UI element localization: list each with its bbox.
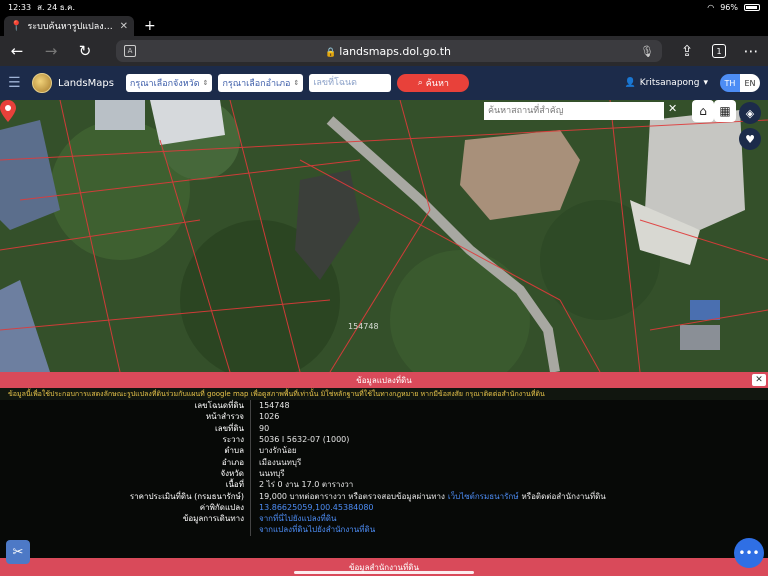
status-bar: 12:33 ส. 24 ธ.ค. ◠ 96%	[0, 0, 768, 14]
hamburger-icon[interactable]: ☰	[8, 75, 26, 91]
translate-icon[interactable]: A	[124, 45, 136, 57]
location-pin-icon: 📍	[10, 20, 23, 32]
grid-icon[interactable]: ▦	[714, 100, 736, 122]
share-icon[interactable]: ⇪	[678, 42, 696, 60]
url-text: 🔒 landsmaps.dol.go.th	[325, 44, 451, 58]
screen: 12:33 ส. 24 ธ.ค. ◠ 96% 📍 ระบบค้นหารูปแปล…	[0, 0, 768, 576]
parcel-info-header: ข้อมูลแปลงที่ดิน ✕	[0, 372, 768, 388]
clear-search-icon[interactable]: ✕	[668, 102, 677, 115]
forward-icon[interactable]: →	[42, 42, 60, 60]
browser-toolbar: ← → ↻ A 🔒 landsmaps.dol.go.th 🎙 ⇪ 1 ⋯	[0, 36, 768, 66]
language-toggle[interactable]: TH EN	[720, 74, 760, 92]
status-date: ส. 24 ธ.ค.	[37, 2, 76, 12]
province-select[interactable]: กรุณาเลือกจังหวัด ⇕	[125, 74, 213, 92]
app-brand: LandsMaps	[58, 77, 114, 89]
location-marker-icon[interactable]	[0, 100, 16, 122]
wifi-icon: ◠	[707, 2, 715, 12]
user-menu[interactable]: 👤 Kritsanapong ▾	[625, 78, 708, 88]
browser-tab-bar: 📍 ระบบค้นหารูปแปลงที่ดิน (L... ✕ +	[0, 14, 768, 36]
price-contact-text: หรือติดต่อสำนักงานที่ดิน	[521, 491, 606, 501]
home-icon[interactable]: ⌂	[692, 100, 714, 122]
treasury-website-link[interactable]: เว็บไซต์กรมธนารักษ์	[448, 490, 519, 503]
close-panel-button[interactable]: ✕	[752, 374, 766, 386]
mic-icon[interactable]: 🎙	[640, 45, 654, 58]
status-time: 12:33	[8, 2, 32, 12]
parcel-info-table: เลขโฉนดที่ดิน 154748 หน้าสำรวจ 1026 เลขท…	[0, 400, 768, 558]
route-row: ข้อมูลการเดินทาง จากที่นี่ไปยังแปลงที่ดิ…	[0, 512, 768, 525]
chevron-down-icon: ⇕	[202, 79, 209, 87]
battery-level: 96%	[720, 2, 738, 12]
home-indicator	[294, 571, 474, 574]
marker-label: 154748	[348, 322, 379, 331]
route-to-office-link[interactable]: จากแปลงที่ดินไปยังสำนักงานที่ดิน	[250, 524, 768, 536]
user-icon: 👤	[624, 78, 636, 88]
search-icon: ⌕	[417, 78, 423, 88]
map-imagery	[0, 100, 768, 372]
district-select[interactable]: กรุณาเลือกอำเภอ ⇕	[218, 74, 304, 92]
deed-number-input[interactable]	[309, 74, 392, 92]
lang-th-button[interactable]: TH	[720, 74, 740, 92]
address-bar[interactable]: A 🔒 landsmaps.dol.go.th 🎙	[116, 40, 662, 62]
back-icon[interactable]: ←	[8, 42, 26, 60]
place-search-input[interactable]	[484, 102, 664, 120]
more-icon[interactable]: ⋯	[742, 42, 760, 60]
new-tab-button[interactable]: +	[144, 18, 156, 34]
route-row: จากแปลงที่ดินไปยังสำนักงานที่ดิน	[0, 524, 768, 536]
chevron-down-icon: ⇕	[293, 79, 300, 87]
lock-icon: 🔒	[325, 47, 337, 58]
tab-title: ระบบค้นหารูปแปลงที่ดิน (L...	[27, 22, 115, 32]
caret-down-icon: ▾	[703, 78, 708, 88]
tabs-icon[interactable]: 1	[712, 44, 726, 58]
lang-en-button[interactable]: EN	[740, 74, 760, 92]
landsmaps-logo	[32, 73, 52, 93]
tools-icon[interactable]: ✂	[6, 540, 30, 564]
reload-icon[interactable]: ↻	[76, 42, 94, 60]
search-button[interactable]: ⌕ ค้นหา	[397, 74, 470, 92]
layers-icon[interactable]: ◈	[739, 102, 761, 124]
app-header: ☰ LandsMaps กรุณาเลือกจังหวัด ⇕ กรุณาเลือ…	[0, 66, 768, 100]
close-tab-icon[interactable]: ✕	[120, 21, 128, 32]
browser-tab[interactable]: 📍 ระบบค้นหารูปแปลงที่ดิน (L... ✕	[4, 16, 134, 36]
more-fab-icon[interactable]: •••	[734, 538, 764, 568]
heart-icon[interactable]: ♥	[739, 128, 761, 150]
price-text: 19,000 บาทต่อตารางวา หรือตรวจสอบข้อมูลผ่…	[259, 491, 445, 501]
satellite-map[interactable]: ✕ ⌂ ▦ ◈ ♥ 154748	[0, 100, 768, 372]
battery-icon	[744, 3, 760, 11]
